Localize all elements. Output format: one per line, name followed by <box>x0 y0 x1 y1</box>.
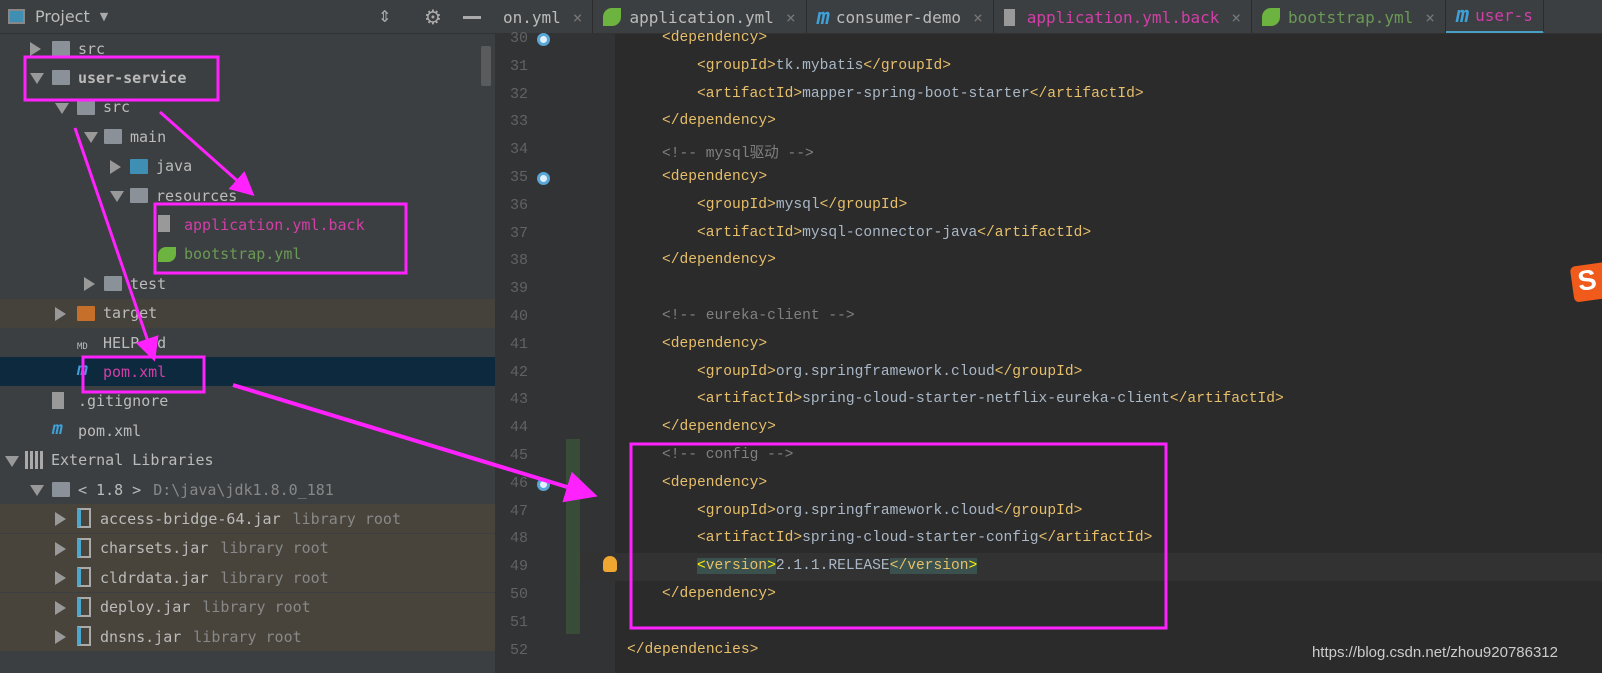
annotation-box-pom <box>81 355 206 394</box>
annotation-box-config <box>629 442 1168 630</box>
annotation-box-resources <box>153 202 408 275</box>
annotation-overlay <box>23 55 1168 630</box>
annotation-box-user-service <box>23 55 220 102</box>
annotation-arrow <box>159 110 255 196</box>
annotation-arrow <box>73 127 159 362</box>
annotation-arrow <box>232 383 598 503</box>
